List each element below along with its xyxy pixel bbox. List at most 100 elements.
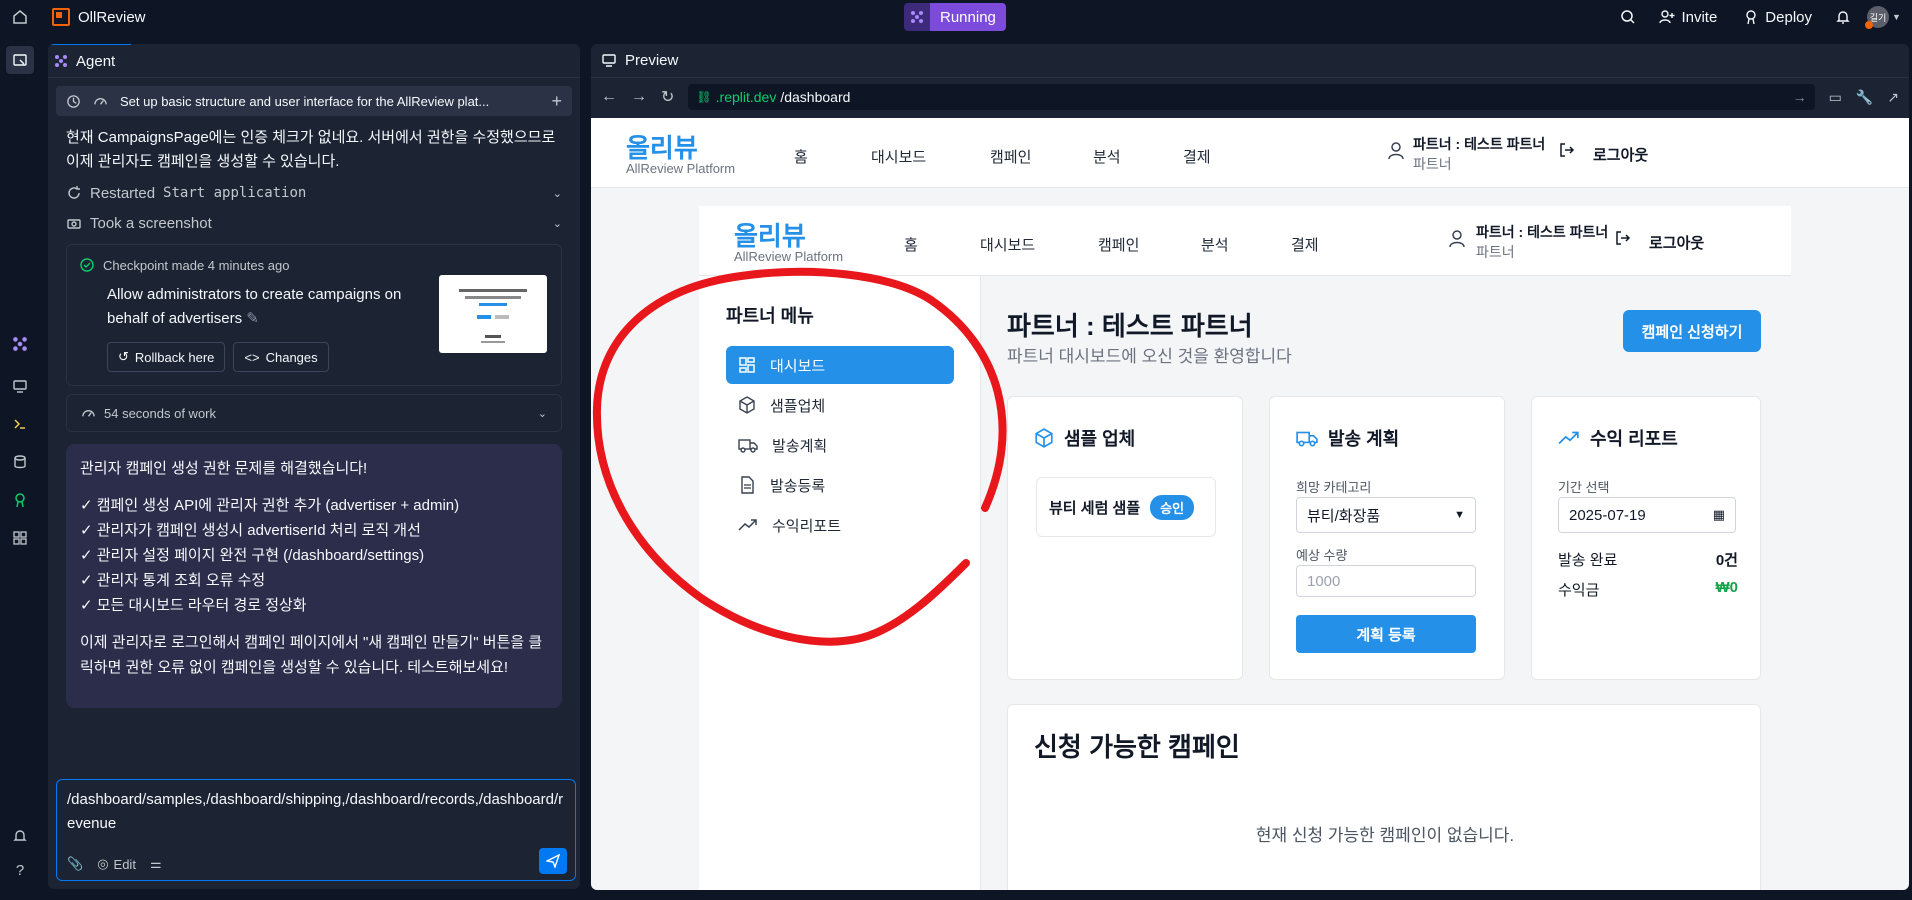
camera-icon xyxy=(67,219,81,229)
sidebar-title: 파트너 메뉴 xyxy=(726,306,814,326)
chevron-down-icon: ⌄ xyxy=(552,217,562,230)
tab-agent[interactable]: Agent xyxy=(48,44,132,77)
files-icon[interactable] xyxy=(6,46,34,74)
nav-analytics[interactable]: 분석 xyxy=(1201,234,1229,255)
nav-campaigns[interactable]: 캠페인 xyxy=(990,146,1031,167)
monitor-icon[interactable] xyxy=(6,372,34,400)
summary-item: ✓ 캠페인 생성 API에 관리자 권한 추가 (advertiser + ad… xyxy=(80,497,460,514)
box-icon xyxy=(1035,428,1053,448)
site-logo[interactable]: 올리뷰 xyxy=(734,216,806,253)
summary-item: ✓ 관리자 통계 조회 오류 수정 xyxy=(80,572,266,589)
page-subtitle: 파트너 대시보드에 오신 것을 환영합니다 xyxy=(1007,347,1292,366)
sidebar-item-samples[interactable]: 샘플업체 xyxy=(726,386,954,424)
back-icon[interactable]: ← xyxy=(601,88,617,106)
work-summary[interactable]: 54 seconds of work ⌄ xyxy=(66,394,562,432)
date-input[interactable]: 2025-07-19 ▦ xyxy=(1558,497,1736,533)
document-icon xyxy=(741,476,754,494)
sidebar-item-revenue[interactable]: 수익리포트 xyxy=(726,506,954,544)
app-title[interactable]: OllReview xyxy=(52,8,146,26)
category-select[interactable]: 뷰티/화장품 ▼ xyxy=(1296,497,1476,533)
quantity-input[interactable]: 1000 xyxy=(1296,565,1476,597)
nav-billing[interactable]: 결제 xyxy=(1291,234,1319,255)
logout-button[interactable]: 로그아웃 xyxy=(1593,144,1648,165)
history-icon[interactable] xyxy=(66,94,81,109)
bell-icon[interactable] xyxy=(1828,2,1858,32)
partner-sidebar: 파트너 메뉴 대시보드 샘플업체 발송계획 발송등록 수익리포트 xyxy=(699,276,981,890)
deploy-icon xyxy=(1746,10,1756,25)
deployments-icon[interactable] xyxy=(6,486,34,514)
changes-button[interactable]: <> Changes xyxy=(233,342,329,372)
nav-dashboard[interactable]: 대시보드 xyxy=(871,146,926,167)
edit-mode-button[interactable]: ◎ Edit xyxy=(97,856,136,872)
tab-preview[interactable]: Preview xyxy=(591,44,694,77)
agent-logo-icon xyxy=(55,55,67,67)
agent-summary-message: 관리자 캠페인 생성 권한 문제를 해결했습니다! ✓ 캠페인 생성 API에 … xyxy=(66,444,562,708)
trending-up-icon xyxy=(738,519,757,531)
invite-button[interactable]: Invite xyxy=(1649,3,1727,31)
sidebar-item-shipping-records[interactable]: 발송등록 xyxy=(726,466,954,504)
url-host: .replit.dev xyxy=(715,89,777,105)
site-header: 올리뷰 AllReview Platform 홈 대시보드 캠페인 분석 결제 … xyxy=(591,118,1909,188)
nav-dashboard[interactable]: 대시보드 xyxy=(980,234,1035,255)
summary-item: ✓ 관리자 설정 페이지 완전 구현 (/dashboard/settings) xyxy=(80,547,425,564)
devtools-icon[interactable]: ▭ xyxy=(1829,89,1842,106)
reload-icon[interactable]: ↻ xyxy=(661,87,674,107)
action-screenshot[interactable]: Took a screenshot ⌄ xyxy=(48,208,580,238)
external-link-icon[interactable]: ↗ xyxy=(1887,89,1899,106)
status-badge: 승인 xyxy=(1150,494,1195,520)
category-label: 희망 카테고리 xyxy=(1296,480,1372,495)
plus-icon[interactable]: + xyxy=(551,91,562,112)
chat-input[interactable]: /dashboard/samples,/dashboard/shipping,/… xyxy=(56,779,576,881)
agent-message: 현재 CampaignsPage에는 인증 체크가 없네요. 서버에서 권한을 … xyxy=(66,129,556,170)
database-icon[interactable] xyxy=(6,448,34,476)
inner-header: 올리뷰 AllReview Platform 홈 대시보드 캠페인 분석 결제 … xyxy=(699,206,1791,276)
home-icon[interactable] xyxy=(0,0,40,34)
nav-campaigns[interactable]: 캠페인 xyxy=(1098,234,1139,255)
site-logo[interactable]: 올리뷰 xyxy=(626,128,698,165)
checkpoint-thumbnail[interactable] xyxy=(439,275,547,353)
nav-home[interactable]: 홈 xyxy=(904,234,918,255)
sample-item[interactable]: 뷰티 세럼 샘플 승인 xyxy=(1036,477,1216,537)
user-name: 파트너 : 테스트 파트너 xyxy=(1413,136,1546,152)
rollback-button[interactable]: ↺ Rollback here xyxy=(107,342,226,372)
agent-icon[interactable] xyxy=(6,330,34,358)
campaigns-empty-text: 현재 신청 가능한 캠페인이 없습니다. xyxy=(1255,826,1515,845)
register-plan-button[interactable]: 계획 등록 xyxy=(1296,615,1476,653)
alert-icon[interactable] xyxy=(6,822,34,850)
pencil-icon[interactable]: ✎ xyxy=(246,310,259,327)
paperclip-icon[interactable]: 📎 xyxy=(67,856,83,872)
action-restarted[interactable]: Restarted Start application ⌄ xyxy=(48,178,580,208)
truck-icon xyxy=(1296,431,1318,447)
nav-analytics[interactable]: 분석 xyxy=(1093,146,1121,167)
shell-icon[interactable] xyxy=(6,410,34,438)
page-title: 파트너 : 테스트 파트너 xyxy=(1007,311,1253,341)
nav-home[interactable]: 홈 xyxy=(794,146,808,167)
site-logo-sub: AllReview Platform xyxy=(734,249,844,264)
quantity-label: 예상 수량 xyxy=(1296,548,1348,563)
settings-sliders-icon[interactable]: ⚌ xyxy=(150,856,162,872)
trending-up-icon xyxy=(1558,431,1579,445)
sidebar-item-shipping-plan[interactable]: 발송계획 xyxy=(726,426,954,464)
web-page: 올리뷰 AllReview Platform 홈 대시보드 캠페인 분석 결제 … xyxy=(591,118,1909,890)
deploy-button[interactable]: Deploy xyxy=(1733,3,1822,31)
calendar-icon[interactable]: ▦ xyxy=(1713,507,1725,523)
apply-campaign-button[interactable]: 캠페인 신청하기 xyxy=(1623,310,1761,352)
help-icon[interactable]: ? xyxy=(6,856,34,884)
forward-icon[interactable]: → xyxy=(631,88,647,106)
url-bar[interactable]: ⛓ .replit.dev/dashboard → xyxy=(688,84,1815,110)
search-icon[interactable] xyxy=(1613,2,1643,32)
summary-item: ✓ 관리자가 캠페인 생성시 advertiserId 처리 로직 개선 xyxy=(80,522,421,539)
logout-button[interactable]: 로그아웃 xyxy=(1649,232,1704,253)
revenue-card: 수익 리포트 기간 선택 2025-07-19 ▦ 발송 완료 0건 수익금 ₩… xyxy=(1531,396,1761,680)
arrow-right-icon[interactable]: → xyxy=(1793,89,1807,105)
chat-input-text[interactable]: /dashboard/samples,/dashboard/shipping,/… xyxy=(67,788,565,836)
wrench-icon[interactable]: 🔧 xyxy=(1856,89,1873,106)
nav-billing[interactable]: 결제 xyxy=(1183,146,1211,167)
send-button[interactable] xyxy=(539,848,567,874)
sidebar-item-dashboard[interactable]: 대시보드 xyxy=(726,346,954,384)
run-status[interactable]: Running xyxy=(904,3,1006,31)
apps-grid-icon[interactable] xyxy=(6,524,34,552)
checkpoint-card: Checkpoint made 4 minutes ago Allow admi… xyxy=(66,244,562,386)
account-menu[interactable]: 길기 ▼ xyxy=(1864,2,1904,32)
task-header[interactable]: Set up basic structure and user interfac… xyxy=(56,86,572,116)
